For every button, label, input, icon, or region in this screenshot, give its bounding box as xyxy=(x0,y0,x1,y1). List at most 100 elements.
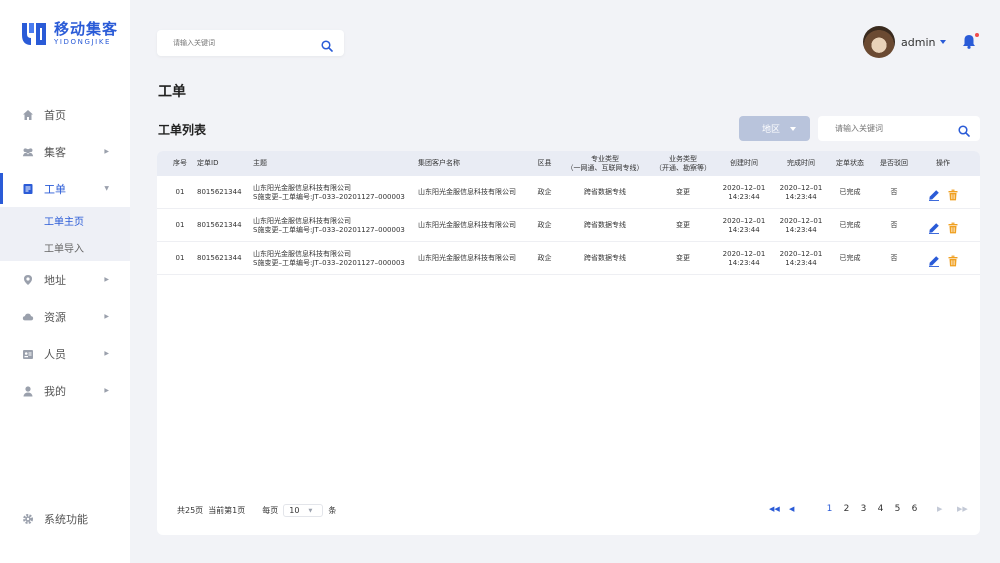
notification-badge xyxy=(975,33,979,37)
trash-icon[interactable] xyxy=(947,219,959,238)
cell-completed-date: 2020–12–01 xyxy=(779,183,823,192)
sidebar-item-label: 首页 xyxy=(44,108,66,122)
page-number[interactable]: 1 xyxy=(821,504,838,514)
next-page-icon[interactable]: ▶ xyxy=(937,505,957,513)
avatar[interactable] xyxy=(863,26,895,58)
sidebar-item-resources[interactable]: 资源 ▶ xyxy=(0,298,130,335)
sidebar-item-mine[interactable]: 我的 ▶ xyxy=(0,372,130,409)
page-number[interactable]: 4 xyxy=(872,504,889,514)
sidebar-item-label: 人员 xyxy=(44,347,66,361)
cell-subject: 山东阳光金服信息科技有限公司 S施变更–工单编号:JT–033–20201127… xyxy=(253,209,415,242)
cloud-icon xyxy=(22,311,34,323)
gear-icon xyxy=(22,513,34,525)
edit-pencil-icon[interactable] xyxy=(928,219,940,238)
pager: ◀◀ ◀ 1 2 3 4 5 6 ▶ ▶▶ xyxy=(769,504,977,514)
first-page-icon[interactable]: ◀◀ xyxy=(769,505,789,513)
edit-pencil-icon[interactable] xyxy=(928,252,940,271)
cell-completed: 2020–12–01 14:23:44 xyxy=(773,176,829,209)
sidebar: 移动集客 YIDONGJIKE 首页 集客 ▶ 工单 ▼ 工单主页 工单导入 地… xyxy=(0,0,130,563)
col-created: 创建时间 xyxy=(730,159,758,167)
sidebar-item-personnel[interactable]: 人员 ▶ xyxy=(0,335,130,372)
chevron-right-icon: ▶ xyxy=(104,148,109,155)
cell-completed-time: 14:23:44 xyxy=(785,225,817,234)
cell-created-time: 14:23:44 xyxy=(728,192,760,201)
list-search xyxy=(818,116,980,141)
cell-pro-type: 跨省数据专线 xyxy=(584,188,626,196)
page-number[interactable]: 2 xyxy=(838,504,855,514)
cell-completed-date: 2020–12–01 xyxy=(779,249,823,258)
search-icon[interactable] xyxy=(958,122,970,141)
chevron-right-icon: ▶ xyxy=(104,276,109,283)
edit-pencil-icon[interactable] xyxy=(928,186,940,205)
cell-rejected: 否 xyxy=(890,254,898,262)
cell-order-id: 8015621344 xyxy=(197,221,242,229)
cell-seq: 01 xyxy=(175,254,185,262)
chevron-right-icon: ▶ xyxy=(104,313,109,320)
page-number[interactable]: 6 xyxy=(906,504,923,514)
table-row[interactable]: 01 8015621344 山东阳光金服信息科技有限公司 S施变更–工单编号:J… xyxy=(157,209,980,242)
chevron-down-icon: ▼ xyxy=(308,507,313,514)
per-page-value: 10 xyxy=(289,506,300,515)
sidebar-item-label: 资源 xyxy=(44,310,66,324)
cell-completed: 2020–12–01 14:23:44 xyxy=(773,242,829,275)
page-number[interactable]: 5 xyxy=(889,504,906,514)
col-completed: 完成时间 xyxy=(787,159,815,167)
list-title: 工单列表 xyxy=(158,123,207,137)
table-row[interactable]: 01 8015621344 山东阳光金服信息科技有限公司 S施变更–工单编号:J… xyxy=(157,176,980,209)
users-icon xyxy=(22,146,34,158)
cell-created-date: 2020–12–01 xyxy=(722,249,766,258)
prev-page-icon[interactable]: ◀ xyxy=(789,505,821,513)
cell-completed-time: 14:23:44 xyxy=(785,192,817,201)
chevron-down-icon xyxy=(790,127,796,131)
workorder-table-card: 序号 定单ID 主题 集团客户名称 区县 专业类型 （一网通、互联网专线） 业务… xyxy=(157,151,980,535)
sidebar-item-customers[interactable]: 集客 ▶ xyxy=(0,133,130,170)
cell-pro-type: 跨省数据专线 xyxy=(584,254,626,262)
cell-created-time: 14:23:44 xyxy=(728,225,760,234)
cell-subject-line1: 山东阳光金服信息科技有限公司 xyxy=(253,216,351,225)
page-number[interactable]: 3 xyxy=(855,504,872,514)
cell-status: 已完成 xyxy=(839,188,861,196)
sidebar-item-label: 地址 xyxy=(44,273,66,287)
col-rejected: 是否驳回 xyxy=(880,159,908,167)
username[interactable]: admin xyxy=(901,36,935,49)
cell-subject-line2: S施变更–工单编号:JT–033–20201127–000003 xyxy=(253,258,405,267)
cell-created-date: 2020–12–01 xyxy=(722,216,766,225)
cell-status: 已完成 xyxy=(839,221,861,229)
last-page-icon[interactable]: ▶▶ xyxy=(957,505,977,513)
table-header: 序号 定单ID 主题 集团客户名称 区县 专业类型 （一网通、互联网专线） 业务… xyxy=(157,151,980,176)
trash-icon[interactable] xyxy=(947,252,959,271)
workorder-subnav: 工单主页 工单导入 xyxy=(0,207,130,261)
id-card-icon xyxy=(22,348,34,360)
chevron-right-icon: ▶ xyxy=(104,350,109,357)
user-menu-caret-icon[interactable] xyxy=(940,40,946,44)
location-pin-icon xyxy=(22,274,34,286)
cell-rejected: 否 xyxy=(890,188,898,196)
cell-seq: 01 xyxy=(175,188,185,196)
cell-subject-line2: S施变更–工单编号:JT–033–20201127–000003 xyxy=(253,225,405,234)
bell-icon[interactable] xyxy=(962,34,976,53)
sidebar-item-home[interactable]: 首页 xyxy=(0,96,130,133)
cell-subject: 山东阳光金服信息科技有限公司 S施变更–工单编号:JT–033–20201127… xyxy=(253,242,415,275)
col-pro-type-line1: 专业类型 xyxy=(591,154,619,163)
sidebar-nav: 首页 集客 ▶ 工单 ▼ 工单主页 工单导入 地址 ▶ 资源 ▶ 人员 ▶ 我的… xyxy=(0,96,130,409)
search-icon[interactable] xyxy=(321,37,333,56)
col-biz-type-line2: （开通、勘察等） xyxy=(655,163,711,172)
global-search-input[interactable] xyxy=(157,30,307,56)
col-district: 区县 xyxy=(537,159,552,167)
subnav-item-workorder-import[interactable]: 工单导入 xyxy=(0,234,130,261)
list-search-input[interactable] xyxy=(818,116,948,141)
cell-subject: 山东阳光金服信息科技有限公司 S施变更–工单编号:JT–033–20201127… xyxy=(253,176,415,209)
table-row[interactable]: 01 8015621344 山东阳光金服信息科技有限公司 S施变更–工单编号:J… xyxy=(157,242,980,275)
sidebar-item-label: 集客 xyxy=(44,145,66,159)
per-page-select[interactable]: 10 ▼ xyxy=(283,504,324,517)
cell-biz-type: 变更 xyxy=(676,254,690,262)
col-customer: 集团客户名称 xyxy=(418,159,460,167)
region-filter-dropdown[interactable]: 地区 xyxy=(739,116,810,141)
sidebar-item-system[interactable]: 系统功能 xyxy=(0,500,130,537)
subnav-item-workorder-home[interactable]: 工单主页 xyxy=(0,207,130,234)
brand-name-en: YIDONGJIKE xyxy=(54,38,112,46)
brand-logo[interactable]: 移动集客 YIDONGJIKE xyxy=(20,20,118,48)
sidebar-item-address[interactable]: 地址 ▶ xyxy=(0,261,130,298)
sidebar-item-workorders[interactable]: 工单 ▼ xyxy=(0,170,130,207)
trash-icon[interactable] xyxy=(947,186,959,205)
